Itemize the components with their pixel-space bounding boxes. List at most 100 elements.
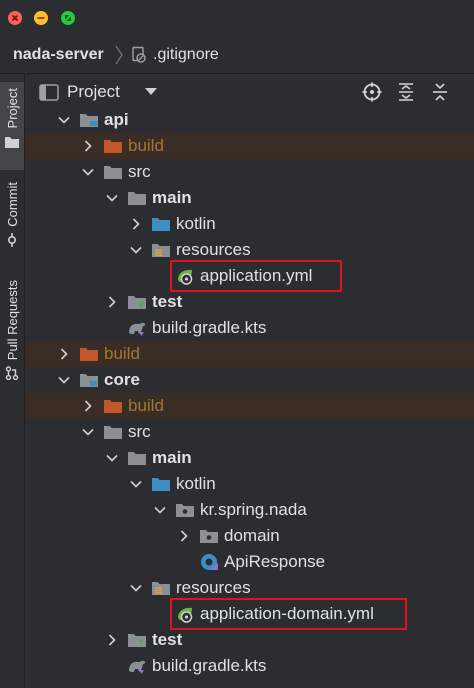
chevron-down-icon[interactable]	[105, 191, 119, 205]
tree-node[interactable]: src	[25, 419, 474, 445]
tree-node-label: resources	[176, 240, 251, 259]
chevron-right-icon[interactable]	[105, 295, 119, 309]
breadcrumb-file[interactable]: .gitignore	[153, 46, 219, 64]
test-folder-icon	[128, 634, 146, 648]
tree-node[interactable]: main	[25, 445, 474, 471]
excluded-folder-icon	[104, 140, 122, 153]
stripe-tab-project[interactable]: Project	[0, 82, 24, 170]
minimize-icon	[37, 17, 45, 19]
module-folder-icon	[80, 374, 98, 387]
tree-node-label: api	[104, 110, 129, 129]
highlight-box	[170, 598, 407, 630]
pull-request-icon	[5, 366, 19, 381]
tree-node-label: domain	[224, 526, 280, 545]
tree-node[interactable]: domain	[25, 523, 474, 549]
stripe-tab-label: Commit	[4, 182, 20, 227]
chevron-down-icon[interactable]	[129, 477, 143, 491]
tree-node-label: test	[152, 292, 183, 311]
tree-node-label: test	[152, 630, 183, 649]
tree-node[interactable]: build	[25, 133, 474, 159]
tree-node[interactable]: kotlin	[25, 471, 474, 497]
chevron-right-icon[interactable]	[105, 633, 119, 647]
tree-node[interactable]: main	[25, 185, 474, 211]
breadcrumb-project[interactable]: nada-server	[13, 46, 104, 64]
package-icon	[200, 530, 218, 543]
chevron-down-icon[interactable]	[105, 451, 119, 465]
folder-icon	[128, 452, 146, 465]
excluded-folder-icon	[104, 400, 122, 413]
module-folder-icon	[80, 114, 98, 127]
tree-node[interactable]: build	[25, 393, 474, 419]
tree-node-label: kr.spring.nada	[200, 500, 307, 519]
chevron-down-icon[interactable]	[81, 165, 95, 179]
title-bar	[0, 0, 474, 37]
collapse-all-button[interactable]	[430, 82, 450, 102]
tree-node[interactable]: ApiResponse	[25, 549, 474, 575]
tree-node[interactable]: build.gradle.kts	[25, 315, 474, 341]
ignore-file-icon	[132, 46, 146, 63]
test-folder-icon	[128, 296, 146, 310]
resources-folder-icon	[152, 582, 170, 595]
tree-node[interactable]: build.gradle.kts	[25, 653, 474, 679]
breadcrumb: nada-server .gitignore	[0, 37, 474, 74]
tree-node[interactable]: core	[25, 367, 474, 393]
stripe-tab-label: Project	[4, 88, 20, 129]
source-folder-icon	[152, 478, 170, 491]
close-icon	[11, 14, 19, 22]
view-dropdown-button[interactable]	[144, 87, 158, 97]
project-view-title: Project	[67, 82, 120, 101]
stripe-tab-pull-requests[interactable]: Pull Requests	[0, 278, 24, 398]
tree-node[interactable]: api	[25, 107, 474, 133]
expand-all-button[interactable]	[396, 82, 416, 102]
tree-node-label: build.gradle.kts	[152, 656, 267, 675]
project-tool-window: Project api build src main kotlin resources ap…	[25, 74, 474, 688]
source-folder-icon	[152, 218, 170, 231]
chevron-down-icon[interactable]	[153, 503, 167, 517]
project-view-icon	[39, 84, 59, 101]
stripe-tab-commit[interactable]: Commit	[0, 180, 24, 260]
chevron-right-icon	[115, 45, 123, 65]
chevron-right-icon[interactable]	[57, 347, 71, 361]
tree-node-label: main	[152, 448, 192, 467]
crosshair-icon	[362, 82, 382, 102]
chevron-right-icon[interactable]	[177, 529, 191, 543]
tool-window-stripe: Project Commit Pull Requests	[0, 74, 25, 688]
tree-node-label: resources	[176, 578, 251, 597]
maximize-window-button[interactable]	[61, 11, 75, 25]
chevron-down-icon[interactable]	[129, 581, 143, 595]
select-opened-file-button[interactable]	[362, 82, 382, 102]
chevron-right-icon[interactable]	[129, 217, 143, 231]
chevron-right-icon[interactable]	[81, 139, 95, 153]
tree-node-label: build	[128, 136, 164, 155]
tree-node-label: src	[128, 162, 151, 181]
chevron-down-icon[interactable]	[81, 425, 95, 439]
stripe-tab-label: Pull Requests	[4, 280, 20, 361]
tree-node-label: main	[152, 188, 192, 207]
tree-node-label: core	[104, 370, 140, 389]
tree-node-label: src	[128, 422, 151, 441]
gradle-icon	[129, 660, 146, 674]
chevron-down-icon[interactable]	[129, 243, 143, 257]
tree-node-label: build.gradle.kts	[152, 318, 267, 337]
tree-node[interactable]: test	[25, 627, 474, 653]
tree-node[interactable]: kr.spring.nada	[25, 497, 474, 523]
commit-icon	[7, 232, 17, 247]
chevron-down-icon[interactable]	[57, 113, 71, 127]
gradle-icon	[129, 322, 146, 336]
tree-node[interactable]: src	[25, 159, 474, 185]
folder-icon	[104, 166, 122, 179]
tree-node[interactable]: build	[25, 341, 474, 367]
excluded-folder-icon	[80, 348, 98, 361]
project-tree: api build src main kotlin resources applicatio…	[25, 107, 474, 688]
chevron-down-icon[interactable]	[57, 373, 71, 387]
kotlin-class-icon	[201, 554, 218, 570]
tree-node-label: kotlin	[176, 214, 216, 233]
package-icon	[176, 504, 194, 517]
tree-node-label: build	[104, 344, 140, 363]
chevron-right-icon[interactable]	[81, 399, 95, 413]
tree-node[interactable]: kotlin	[25, 211, 474, 237]
close-window-button[interactable]	[8, 11, 22, 25]
tree-node[interactable]: test	[25, 289, 474, 315]
minimize-window-button[interactable]	[34, 11, 48, 25]
folder-icon	[5, 137, 19, 149]
